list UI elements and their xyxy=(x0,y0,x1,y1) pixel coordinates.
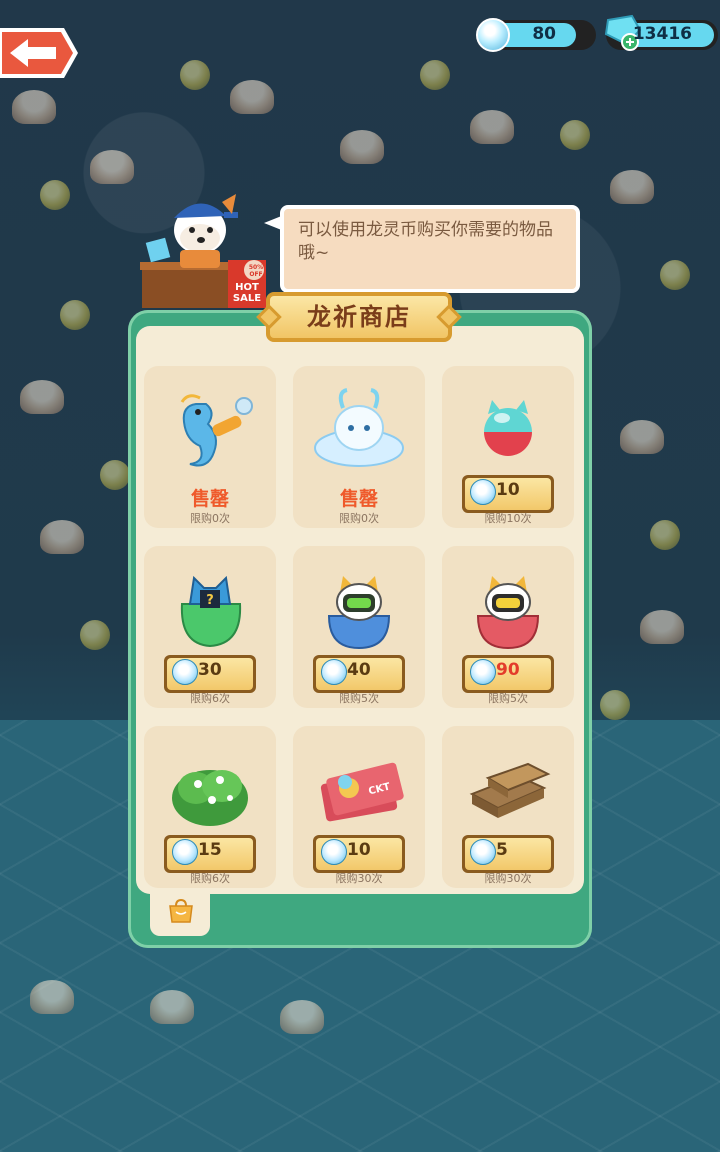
price-button[interactable]: 40 xyxy=(313,655,405,693)
dragon-coin-icon xyxy=(321,839,347,865)
dragon-coin-icon xyxy=(470,479,496,505)
dragon-coin-icon xyxy=(172,839,198,865)
ticket-icon: CKT xyxy=(320,762,404,822)
price-button[interactable]: 15 xyxy=(164,835,256,873)
price-value: 90 xyxy=(496,660,520,680)
shop-item-cat-capsule[interactable]: 10 限购10次 xyxy=(442,366,574,528)
cloud-dragon-icon xyxy=(314,388,404,467)
shop-item-cloud-dragon[interactable]: 售罄 限购0次 xyxy=(293,366,425,528)
price-value: 10 xyxy=(347,840,371,860)
bag-icon xyxy=(169,898,193,923)
bag-button[interactable] xyxy=(150,890,210,936)
price-value: 30 xyxy=(198,660,222,680)
back-button[interactable] xyxy=(0,24,80,82)
price-value: 15 xyxy=(198,840,222,860)
hot-sale-sign-label: HOT SALE xyxy=(232,282,262,304)
green-robot-cat-icon xyxy=(327,576,391,650)
price-button[interactable]: 30 xyxy=(164,655,256,693)
dragon-coin-counter: 80 xyxy=(476,18,596,52)
shop-panel: 售罄 限购0次 售罄 限购0次 10 限购10次 ? 30 限购6次 40 限购… xyxy=(128,292,592,948)
gem-counter[interactable]: 13416 xyxy=(604,14,718,51)
bush-icon xyxy=(172,770,248,826)
dragon-coin-icon xyxy=(470,659,496,685)
purchase-limit: 限购10次 xyxy=(484,512,532,525)
sold-out-label: 售罄 xyxy=(190,488,229,510)
price-button[interactable]: 10 xyxy=(313,835,405,873)
cat-capsule-icon xyxy=(484,400,532,456)
price-button[interactable]: 10 xyxy=(462,475,554,513)
purchase-limit: 限购0次 xyxy=(190,512,230,525)
gem-value: 13416 xyxy=(632,24,692,44)
yellow-robot-cat-icon xyxy=(476,576,540,650)
purchase-limit: 限购6次 xyxy=(190,872,230,885)
dragon-coin-icon xyxy=(470,839,496,865)
shop-item-seahorse[interactable]: 售罄 限购0次 xyxy=(144,366,276,528)
shop-title-plate: 龙祈商店 xyxy=(266,292,452,342)
dragon-coin-icon xyxy=(476,18,510,52)
purchase-limit: 限购5次 xyxy=(339,692,379,705)
shop-title: 龙祈商店 xyxy=(307,303,411,331)
seahorse-icon xyxy=(180,394,253,467)
shop-item-ticket[interactable]: CKT 10 限购30次 xyxy=(293,726,425,888)
svg-text:?: ? xyxy=(206,593,214,608)
shop-item-mystery-bag[interactable]: ? 30 限购6次 xyxy=(144,546,276,708)
shop-item-yellow-robot-cat[interactable]: 90 限购5次 xyxy=(442,546,574,708)
dragon-coin-icon xyxy=(321,659,347,685)
back-arrow-icon xyxy=(0,28,78,78)
shopkeeper-npc: 50% OFF HOT SALE xyxy=(140,190,270,310)
npc-speech-bubble: 可以使用龙灵币购买你需要的物品哦~ xyxy=(264,205,580,293)
price-value: 40 xyxy=(347,660,371,680)
shop-panel-inner: 售罄 限购0次 售罄 限购0次 10 限购10次 ? 30 限购6次 40 限购… xyxy=(136,326,584,894)
npc-speech-text: 可以使用龙灵币购买你需要的物品哦~ xyxy=(298,220,553,263)
shop-item-wood-planks[interactable]: 5 限购30次 xyxy=(442,726,574,888)
purchase-limit: 限购30次 xyxy=(335,872,383,885)
discount-sign-label: 50% OFF xyxy=(248,264,264,278)
wood-planks-icon xyxy=(469,762,551,818)
dragon-coin-value: 80 xyxy=(532,24,556,44)
shop-item-bush[interactable]: 15 限购6次 xyxy=(144,726,276,888)
price-value: 10 xyxy=(496,480,520,500)
mystery-bag-icon: ? xyxy=(180,575,242,648)
dragon-coin-icon xyxy=(172,659,198,685)
sold-out-label: 售罄 xyxy=(339,488,378,510)
price-value: 5 xyxy=(496,840,508,860)
purchase-limit: 限购6次 xyxy=(190,692,230,705)
price-button[interactable]: 5 xyxy=(462,835,554,873)
purchase-limit: 限购5次 xyxy=(488,692,528,705)
purchase-limit: 限购30次 xyxy=(484,872,532,885)
shop-item-green-robot-cat[interactable]: 40 限购5次 xyxy=(293,546,425,708)
purchase-limit: 限购0次 xyxy=(339,512,379,525)
price-button[interactable]: 90 xyxy=(462,655,554,693)
